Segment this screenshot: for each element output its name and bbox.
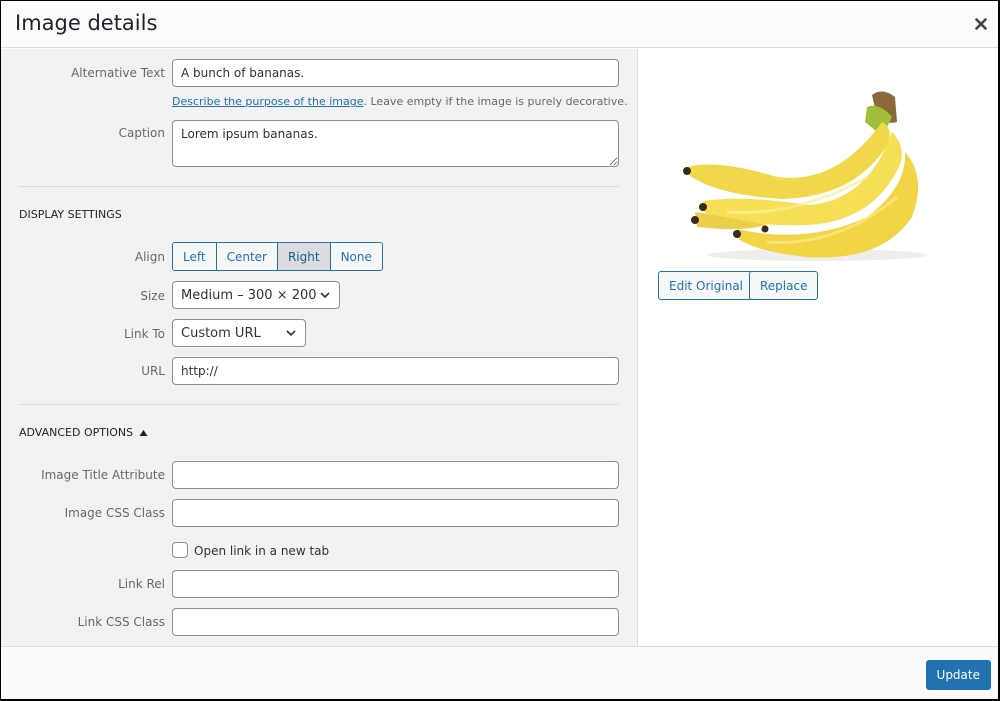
banana-image bbox=[667, 67, 937, 263]
size-select[interactable]: Medium – 300 × 200 bbox=[172, 281, 340, 309]
describe-purpose-link[interactable]: Describe the purpose of the image bbox=[172, 95, 364, 108]
link-to-select[interactable]: Custom URL bbox=[172, 319, 306, 347]
chevron-down-icon bbox=[286, 330, 296, 337]
link-rel-input[interactable] bbox=[172, 570, 619, 598]
caption-textarea[interactable]: Lorem ipsum bananas. bbox=[172, 120, 619, 167]
align-right-button[interactable]: Right bbox=[277, 243, 331, 270]
size-label: Size bbox=[140, 289, 165, 303]
link-css-class-input[interactable] bbox=[172, 608, 619, 636]
alt-text-help: Describe the purpose of the image. Leave… bbox=[172, 95, 628, 108]
size-select-value: Medium – 300 × 200 bbox=[181, 287, 317, 303]
image-css-class-input[interactable] bbox=[172, 499, 619, 527]
image-title-label: Image Title Attribute bbox=[41, 468, 165, 482]
modal-title: Image details bbox=[15, 11, 158, 35]
alt-text-label: Alternative Text bbox=[71, 66, 165, 80]
image-css-class-label: Image CSS Class bbox=[64, 506, 165, 520]
modal-footer: Update bbox=[1, 646, 998, 699]
settings-panel: Alternative Text Describe the purpose of… bbox=[1, 49, 638, 646]
url-label: URL bbox=[141, 364, 165, 378]
open-new-tab-checkbox[interactable] bbox=[172, 542, 188, 558]
url-input[interactable] bbox=[172, 357, 619, 385]
link-to-select-value: Custom URL bbox=[181, 325, 261, 341]
caption-label: Caption bbox=[118, 126, 165, 140]
link-rel-label: Link Rel bbox=[118, 577, 165, 591]
align-center-button[interactable]: Center bbox=[216, 243, 278, 270]
link-to-label: Link To bbox=[123, 327, 165, 341]
align-none-button[interactable]: None bbox=[330, 243, 382, 270]
align-button-group: Left Center Right None bbox=[172, 242, 383, 271]
update-button[interactable]: Update bbox=[925, 660, 991, 690]
preview-panel: Edit Original Replace bbox=[639, 49, 998, 646]
modal-header: Image details bbox=[1, 1, 998, 48]
triangle-up-icon bbox=[139, 429, 148, 436]
divider bbox=[18, 404, 619, 405]
align-label: Align bbox=[134, 250, 165, 264]
close-button[interactable] bbox=[968, 11, 994, 37]
banana-illustration bbox=[683, 91, 927, 261]
chevron-down-icon bbox=[320, 292, 330, 299]
display-settings-heading: Display Settings bbox=[19, 208, 122, 221]
advanced-options-heading: Advanced Options bbox=[19, 426, 134, 439]
divider bbox=[18, 186, 619, 187]
alt-help-text: . Leave empty if the image is purely dec… bbox=[363, 95, 628, 108]
image-details-modal: Image details Alternative Text Describe … bbox=[1, 1, 998, 699]
open-new-tab-label: Open link in a new tab bbox=[194, 544, 330, 558]
alt-text-input[interactable] bbox=[172, 59, 619, 87]
align-left-button[interactable]: Left bbox=[173, 243, 217, 270]
edit-original-button[interactable]: Edit Original bbox=[658, 271, 755, 300]
close-icon bbox=[975, 18, 987, 30]
advanced-options-toggle[interactable]: Advanced Options bbox=[19, 426, 148, 439]
replace-button[interactable]: Replace bbox=[749, 271, 819, 300]
link-css-class-label: Link CSS Class bbox=[77, 615, 165, 629]
image-title-input[interactable] bbox=[172, 461, 619, 489]
